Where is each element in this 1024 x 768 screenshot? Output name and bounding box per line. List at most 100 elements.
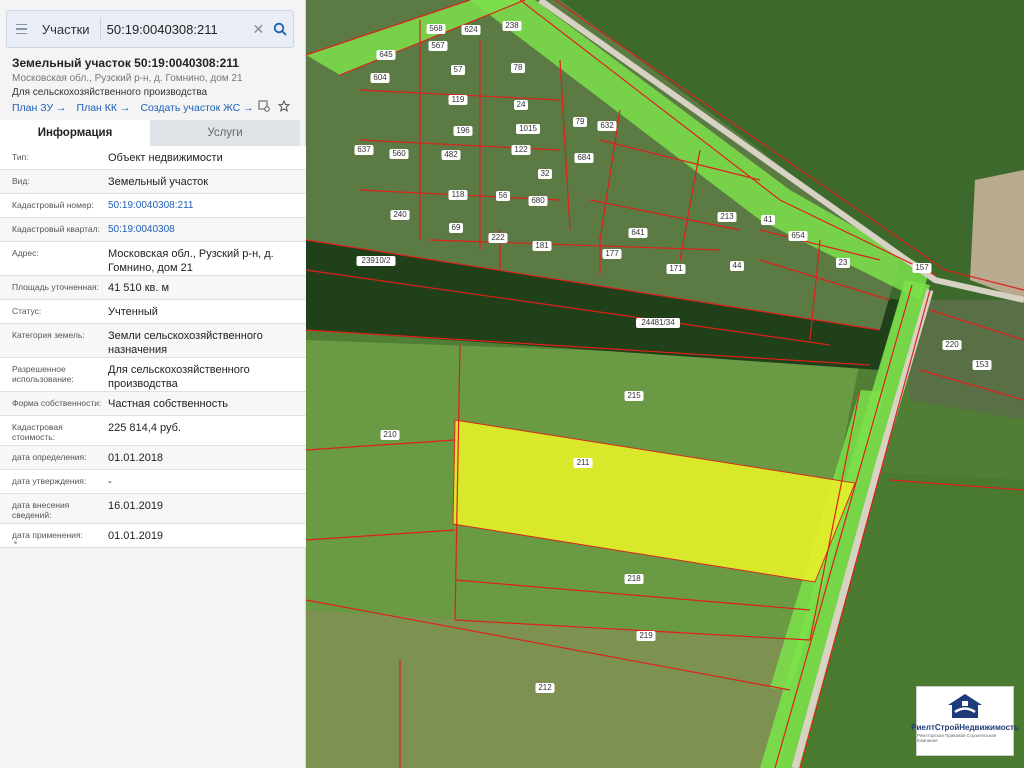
house-handshake-icon (948, 694, 982, 718)
svg-text:632: 632 (600, 121, 614, 130)
property-row: Кадастровая стоимость: 225 814,4 руб. (0, 416, 306, 446)
property-key: дата утверждения: (12, 476, 87, 486)
parcel-label: 213 (717, 212, 737, 222)
svg-text:211: 211 (577, 458, 590, 467)
parcel-label: 238 (502, 21, 522, 31)
plan-zu-link[interactable]: План ЗУ → (12, 102, 67, 114)
property-key: Тип: (12, 152, 29, 162)
parcel-label: 196 (453, 126, 473, 136)
parcel-label: 641 (628, 228, 648, 238)
object-title: Земельный участок 50:19:0040308:211 (12, 56, 239, 70)
property-value: 225 814,4 руб. (108, 422, 181, 434)
search-icon[interactable] (266, 11, 293, 47)
parcel-label: 78 (511, 63, 525, 73)
parcel-label: 122 (511, 145, 531, 155)
svg-text:568: 568 (429, 24, 443, 33)
property-row: дата применения: 01.01.2019 (0, 524, 306, 548)
locate-icon[interactable] (258, 100, 270, 112)
parcel-label: 654 (788, 231, 808, 241)
svg-text:157: 157 (915, 263, 929, 272)
parcel-label: 23 (836, 258, 850, 268)
star-icon[interactable] (278, 100, 290, 112)
property-key: Вид: (12, 176, 30, 186)
parcel-label: 118 (448, 190, 468, 200)
svg-text:645: 645 (379, 50, 393, 59)
svg-text:119: 119 (452, 95, 465, 104)
parcel-label: 171 (666, 264, 686, 274)
property-key: Статус: (12, 306, 42, 316)
svg-text:79: 79 (576, 117, 585, 126)
company-logo: РиелтСтройНедвижимость Риелторская Право… (911, 686, 1019, 756)
parcel-label: 181 (532, 241, 552, 251)
svg-text:118: 118 (452, 190, 465, 199)
parcel-label: 215 (624, 391, 644, 401)
construction-site (970, 170, 1024, 300)
object-address: Московская обл., Рузский р-н, д. Гомнино… (12, 73, 243, 84)
svg-text:641: 641 (631, 228, 645, 237)
property-value: - (108, 476, 112, 488)
property-value[interactable]: 50:19:0040308:211 (104, 194, 294, 213)
parcel-label: 222 (488, 233, 508, 243)
parcel-label: 177 (602, 249, 622, 259)
search-bar: Участки ✕ (6, 10, 294, 48)
plan-kk-link[interactable]: План КК → (77, 102, 131, 114)
svg-text:222: 222 (491, 233, 505, 242)
svg-text:215: 215 (627, 391, 641, 400)
property-row: Вид: Земельный участок (0, 170, 306, 194)
property-row: дата утверждения: - (0, 470, 306, 494)
logo-subtitle: Риелторская Правовая Строительная Компан… (917, 733, 997, 743)
property-value: Для сельскохозяйственного производства (108, 364, 250, 390)
properties-table: Тип: Объект недвижимости Вид: Земельный уча… (0, 146, 306, 548)
parcel-label: 24481/34 (636, 318, 680, 328)
property-row: Тип: Объект недвижимости (0, 146, 306, 170)
svg-text:220: 220 (945, 340, 959, 349)
property-row: Площадь уточненная: 41 510 кв. м (0, 276, 306, 300)
svg-text:240: 240 (393, 210, 407, 219)
parcel-label: 32 (538, 169, 552, 179)
parcel-label: 24 (514, 100, 528, 110)
property-key: Форма собственности: (12, 398, 102, 408)
parcel-label: 240 (390, 210, 410, 220)
parcel-label: 41 (761, 215, 775, 225)
clear-icon[interactable]: ✕ (251, 21, 266, 38)
parcel-label: 568 (426, 24, 446, 34)
property-key: дата определения: (12, 452, 87, 462)
parcel-label: 560 (389, 149, 409, 159)
svg-text:624: 624 (464, 25, 478, 34)
menu-icon[interactable] (7, 11, 36, 47)
parcel-label: 119 (448, 95, 468, 105)
property-value: Земли сельскохозяйственного назначения (108, 330, 263, 356)
tab-info[interactable]: Информация (0, 120, 150, 146)
svg-text:41: 41 (764, 215, 773, 224)
svg-text:684: 684 (577, 153, 591, 162)
parcel-label: 645 (376, 50, 396, 60)
parcel-label: 604 (370, 73, 390, 83)
tabs: Информация Услуги (0, 120, 300, 146)
object-purpose: Для сельскохозяйственного производства (12, 87, 208, 98)
create-parcel-link[interactable]: Создать участок ЖС → (140, 102, 253, 114)
svg-text:604: 604 (373, 73, 387, 82)
property-row: Кадастровый номер: 50:19:0040308:211 (0, 194, 306, 218)
property-key: Категория земель: (12, 330, 85, 340)
property-value: 16.01.2019 (108, 500, 164, 512)
property-value: Учтенный (108, 306, 158, 318)
property-row: дата определения: 01.01.2018 (0, 446, 306, 470)
svg-text:680: 680 (531, 196, 545, 205)
parcel-label: 153 (972, 360, 992, 370)
property-key: Разрешенное использование: (12, 364, 74, 384)
property-value: Земельный участок (108, 176, 209, 188)
property-value[interactable]: 50:19:0040308 (104, 218, 294, 237)
svg-text:24: 24 (517, 100, 526, 109)
property-key: Площадь уточненная: (12, 282, 99, 292)
tab-services[interactable]: Услуги (150, 120, 300, 146)
property-key: Кадастровый номер: (12, 200, 94, 210)
parcel-label: 218 (624, 574, 644, 584)
parcel-label: 220 (942, 340, 962, 350)
search-type-selector[interactable]: Участки (36, 22, 100, 37)
search-input[interactable] (106, 21, 251, 37)
svg-text:210: 210 (383, 430, 397, 439)
property-key: дата применения: (12, 530, 83, 540)
svg-text:196: 196 (456, 126, 470, 135)
parcel-label: 69 (449, 223, 463, 233)
svg-text:32: 32 (541, 169, 550, 178)
